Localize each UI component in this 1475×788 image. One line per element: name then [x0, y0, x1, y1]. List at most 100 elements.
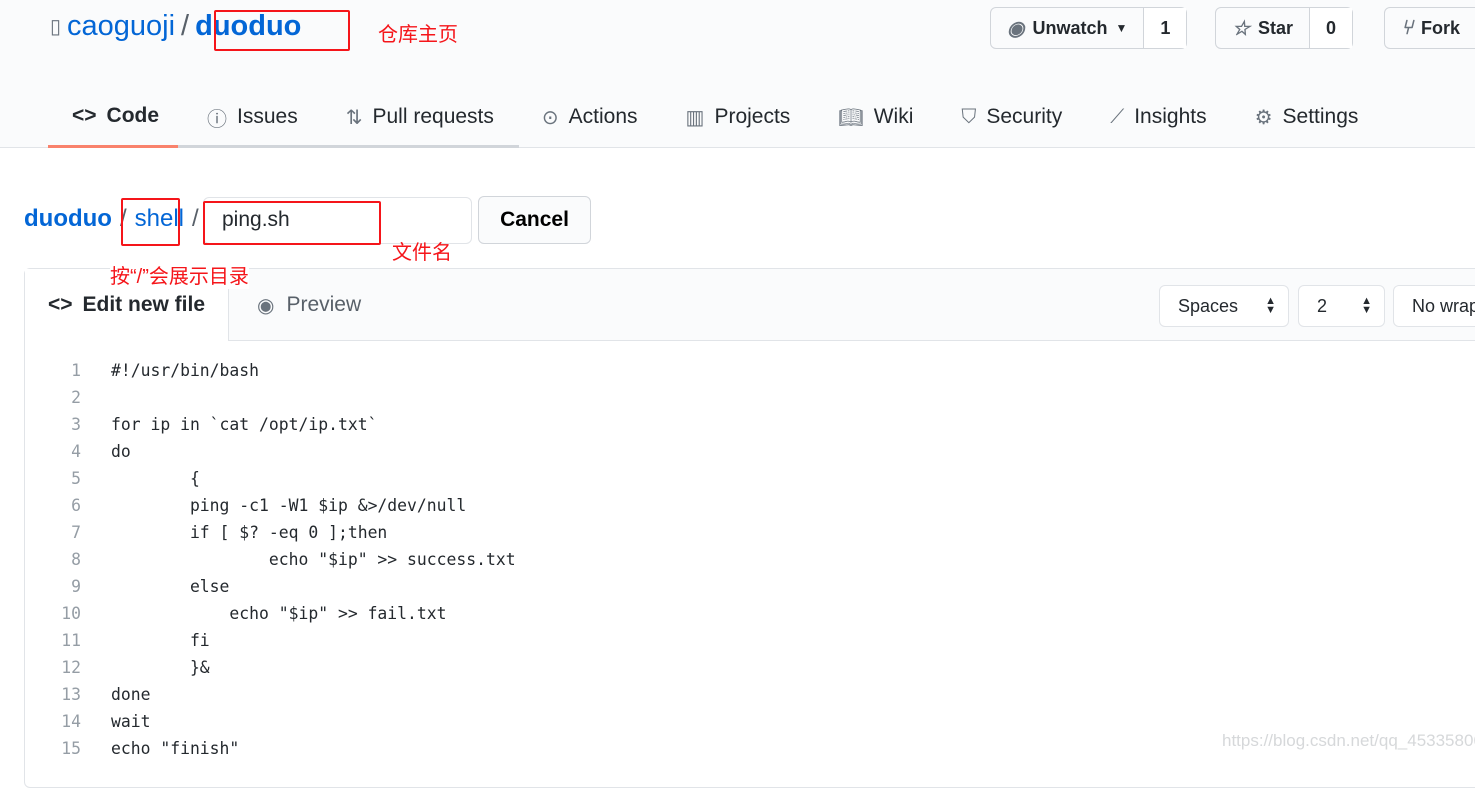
indent-size-select[interactable]: 2 ▲ ▼: [1298, 285, 1385, 327]
code-line[interactable]: 1 #!/usr/bin/bash: [0, 357, 259, 384]
line-number: 2: [71, 388, 81, 407]
tab-divider: [178, 145, 519, 148]
annotation-filename: 文件名: [392, 242, 452, 264]
fork-button[interactable]: ⑂ Fork: [1384, 7, 1475, 49]
tab-label: Actions: [568, 105, 638, 128]
watch-button[interactable]: ◉ Unwatch ▼: [991, 8, 1143, 48]
code-text: do: [111, 442, 131, 461]
code-line[interactable]: 11 fi: [0, 627, 209, 654]
owner-link[interactable]: caoguoji: [67, 10, 175, 43]
tab-code[interactable]: <> Code: [48, 86, 184, 148]
tab-label: Issues: [237, 105, 298, 128]
tab-issues[interactable]: ⓘ Issues: [183, 86, 322, 148]
project-icon: ▥: [685, 106, 705, 129]
line-number: 6: [71, 496, 81, 515]
tab-pull-requests[interactable]: ⇅ Pull requests: [322, 86, 518, 148]
tab-insights[interactable]: ⟋ Insights: [1086, 86, 1230, 148]
code-line[interactable]: 7 if [ $? -eq 0 ];then: [0, 519, 387, 546]
repo-icon: ▯: [50, 16, 62, 38]
line-number: 10: [61, 604, 81, 623]
select-arrows-icon: ▲ ▼: [1361, 295, 1372, 316]
repo-nav-tabs: <> Code ⓘ Issues ⇅ Pull requests ⊙ Actions ▥…: [48, 86, 1382, 148]
code-text: }&: [111, 658, 210, 677]
indent-mode-select[interactable]: Spaces ▲ ▼: [1159, 285, 1289, 327]
line-number: 1: [71, 361, 81, 380]
code-line[interactable]: 8 echo "$ip" >> success.txt: [0, 546, 515, 573]
code-text: for ip in `cat /opt/ip.txt`: [111, 415, 378, 434]
code-text: #!/usr/bin/bash: [111, 361, 260, 380]
star-button-group[interactable]: ☆ Star 0: [1215, 7, 1353, 49]
select-arrows-icon: ▲ ▼: [1265, 295, 1276, 316]
code-text: fi: [111, 631, 210, 650]
code-text: echo "finish": [111, 739, 240, 758]
watch-button-group[interactable]: ◉ Unwatch ▼ 1: [990, 7, 1188, 49]
issue-icon: ⓘ: [207, 108, 228, 131]
pull-request-icon: ⇅: [345, 106, 363, 129]
code-line[interactable]: 5 {: [0, 465, 200, 492]
book-icon: 📖︎: [838, 106, 864, 129]
code-line[interactable]: 13 done: [0, 681, 150, 708]
code-line[interactable]: 9 else: [0, 573, 229, 600]
code-line[interactable]: 4 do: [0, 438, 131, 465]
gear-icon: ⚙: [1254, 106, 1273, 129]
tab-label: Pull requests: [372, 105, 494, 128]
code-line[interactable]: 14 wait: [0, 708, 150, 735]
line-number: 14: [61, 712, 81, 731]
breadcrumb-root[interactable]: duoduo: [24, 205, 112, 233]
watch-label: Unwatch: [1032, 17, 1108, 38]
tab-settings[interactable]: ⚙ Settings: [1231, 86, 1383, 148]
fork-label: Fork: [1421, 17, 1461, 38]
star-icon: ☆: [1232, 17, 1250, 40]
tab-label: Edit new file: [82, 293, 206, 316]
code-line[interactable]: 15 echo "finish": [0, 735, 239, 762]
star-count[interactable]: 0: [1308, 8, 1352, 48]
separator: /: [181, 10, 190, 42]
fork-icon: ⑂: [1401, 16, 1413, 39]
line-number: 12: [61, 658, 81, 677]
code-editor[interactable]: 1 #!/usr/bin/bash 2 3 for ip in `cat /opt/ip…: [0, 357, 515, 762]
line-number: 3: [71, 415, 81, 434]
tab-wiki[interactable]: 📖︎ Wiki: [814, 86, 937, 148]
code-line[interactable]: 6 ping -c1 -W1 $ip &>/dev/null: [0, 492, 466, 519]
code-line[interactable]: 10 echo "$ip" >> fail.txt: [0, 600, 446, 627]
code-text: if [ $? -eq 0 ];then: [111, 523, 388, 542]
annotation-repo-home: 仓库主页: [378, 24, 458, 46]
code-line[interactable]: 12 }&: [0, 654, 209, 681]
tab-preview[interactable]: ◉ Preview: [257, 269, 361, 341]
tab-label: Code: [106, 103, 160, 127]
cancel-button[interactable]: Cancel: [478, 196, 591, 244]
line-number: 4: [71, 442, 81, 461]
eye-icon: ◉: [257, 294, 275, 317]
watch-count[interactable]: 1: [1143, 8, 1187, 48]
line-number: 15: [61, 739, 81, 758]
line-number: 11: [61, 631, 81, 650]
eye-icon: ◉: [1007, 17, 1025, 40]
code-icon: <>: [47, 293, 73, 316]
line-number: 9: [71, 577, 81, 596]
code-line[interactable]: 2: [0, 384, 81, 411]
star-button[interactable]: ☆ Star: [1216, 8, 1309, 48]
line-number: 13: [61, 685, 81, 704]
select-value: No wrap: [1412, 295, 1475, 316]
shield-icon: ⛉: [961, 105, 977, 128]
annotation-slash-hint: 按“/”会展示目录: [110, 260, 249, 289]
tab-actions[interactable]: ⊙ Actions: [518, 86, 662, 148]
highlight-box: [214, 10, 350, 51]
graph-icon: ⟋: [1110, 105, 1125, 128]
tab-label: Settings: [1282, 105, 1359, 128]
code-text: echo "$ip" >> fail.txt: [111, 604, 447, 623]
select-value: Spaces: [1178, 295, 1239, 316]
star-label: Star: [1257, 17, 1293, 38]
tab-label: Insights: [1134, 105, 1207, 128]
code-text: {: [111, 469, 200, 488]
tab-projects[interactable]: ▥ Projects: [662, 86, 815, 148]
watermark: https://blog.csdn.net/qq_45335806: [1222, 731, 1475, 750]
code-text: ping -c1 -W1 $ip &>/dev/null: [111, 496, 467, 515]
tab-label: Security: [986, 105, 1063, 128]
play-icon: ⊙: [541, 106, 559, 129]
code-line[interactable]: 3 for ip in `cat /opt/ip.txt`: [0, 411, 377, 438]
wrap-mode-select[interactable]: No wrap: [1393, 285, 1475, 327]
tab-label: Projects: [714, 105, 791, 128]
highlight-box: [203, 201, 381, 245]
tab-security[interactable]: ⛉ Security: [937, 86, 1086, 148]
